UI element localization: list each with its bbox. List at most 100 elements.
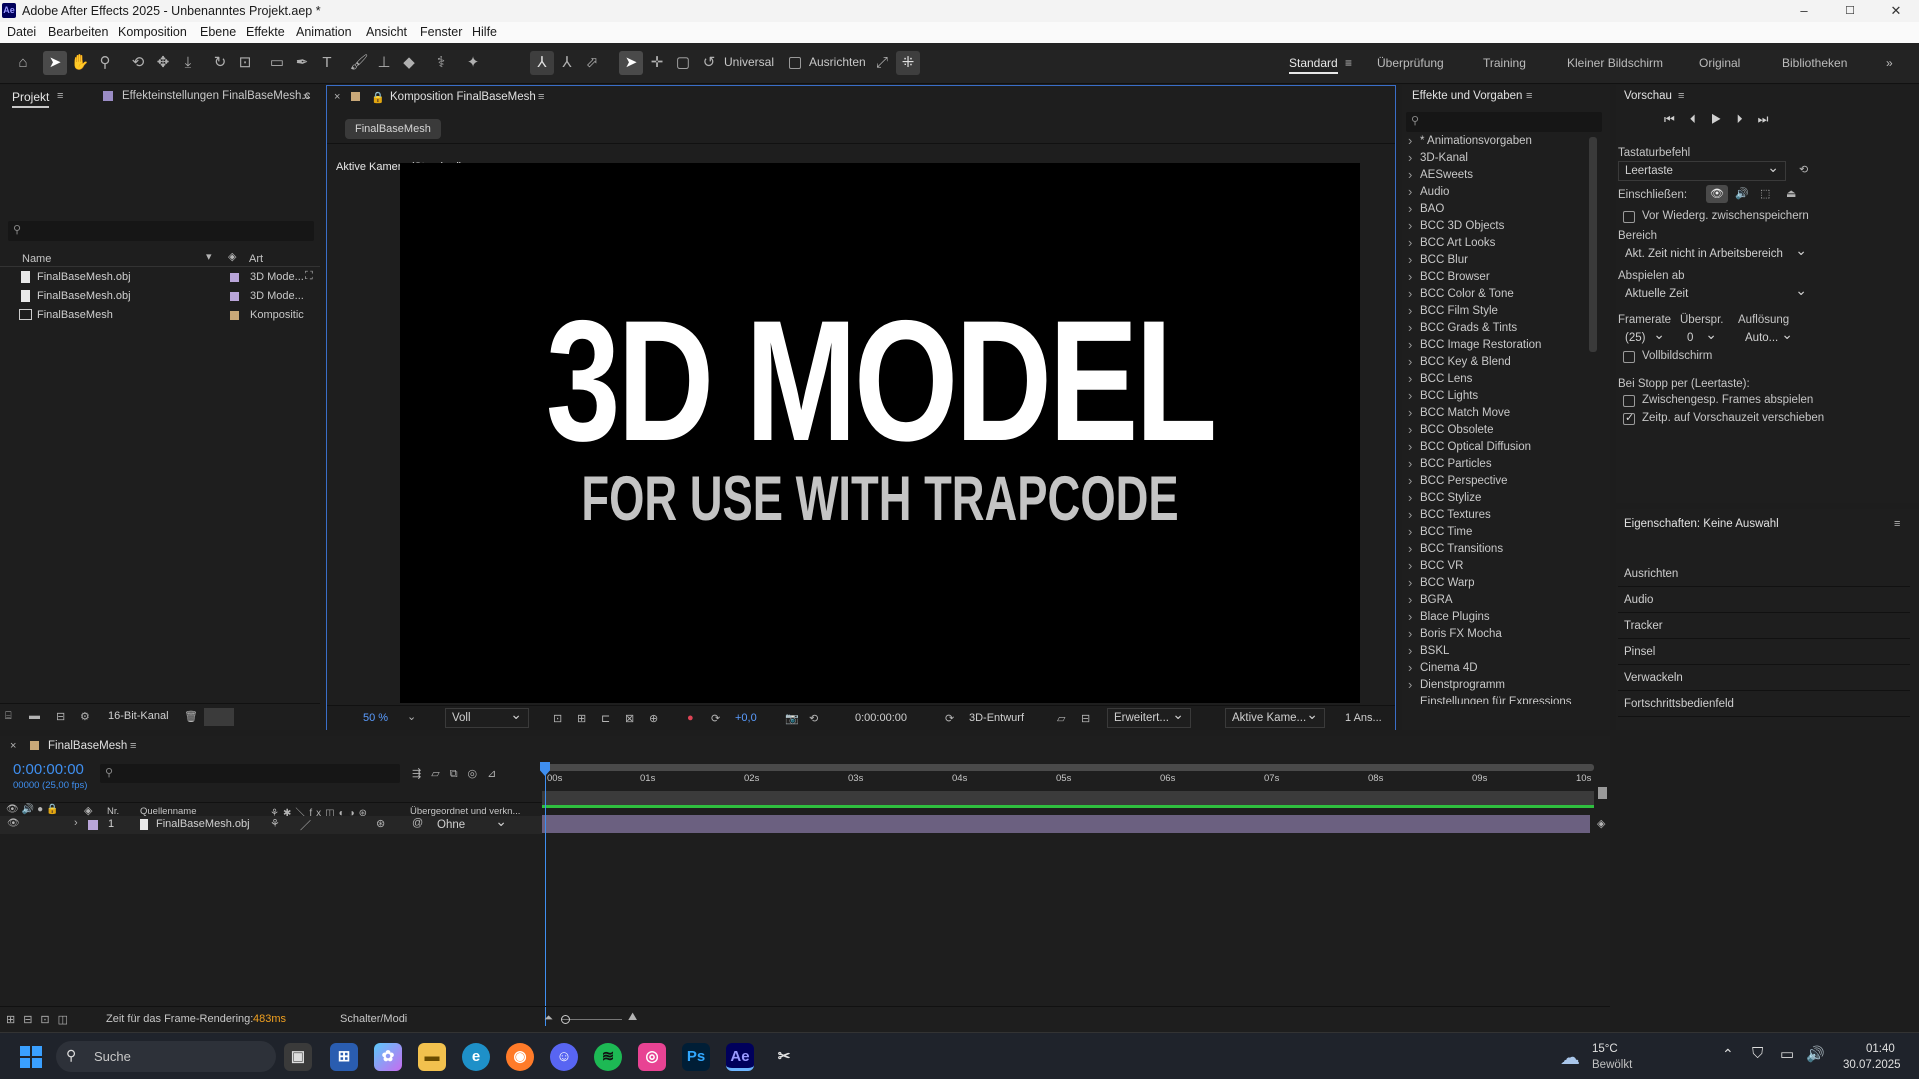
play-from-dropdown[interactable]: Aktuelle Zeit	[1618, 281, 1814, 304]
guides-icon[interactable]: ⊠	[625, 712, 634, 725]
last-frame-icon[interactable]: ⏭	[1758, 112, 1784, 126]
project-item-row[interactable]: FinalBaseMesh.obj 3D Mode... ⛶	[0, 268, 320, 287]
effects-category-item[interactable]: Cinema 4D	[1408, 659, 1477, 677]
axis-local-icon[interactable]: ⅄	[530, 51, 554, 75]
zoom-slider[interactable]	[562, 1019, 622, 1020]
snapshot-icon[interactable]: 📷	[785, 712, 799, 725]
hand-tool-icon[interactable]: ✋	[68, 51, 92, 75]
current-time-indicator[interactable]	[545, 762, 546, 1026]
time-ruler[interactable]: 00s 01s 02s 03s 04s 05s 06s 07s 08s 09s 10s	[542, 762, 1594, 786]
layer-duration-bar[interactable]	[542, 815, 1590, 833]
comp-viewer-canvas[interactable]: 3D MODEL FOR USE WITH TRAPCODE	[400, 163, 1360, 703]
sort-icon[interactable]: ▾	[206, 250, 212, 263]
panel-row-progress[interactable]: Fortschrittsbedienfeld	[1618, 691, 1910, 717]
renderer-label[interactable]: 3D-Entwurf	[969, 712, 1024, 724]
effects-category-item[interactable]: BCC Lights	[1408, 387, 1478, 405]
effects-category-item[interactable]: BAO	[1408, 200, 1444, 218]
project-item-row[interactable]: FinalBaseMesh.obj 3D Mode...	[0, 287, 320, 306]
zoom-value[interactable]: 50 %	[363, 712, 388, 724]
panel-row-audio[interactable]: Audio	[1618, 587, 1910, 613]
effects-category-item[interactable]: BCC Art Looks	[1408, 234, 1495, 252]
new-folder-icon[interactable]: ▬	[29, 710, 40, 722]
rectangle-tool-icon[interactable]: ▭	[265, 51, 289, 75]
color-swatch-button[interactable]	[204, 708, 234, 726]
pickwhip-icon[interactable]: @	[412, 817, 423, 829]
eye-icon[interactable]: 👁	[7, 818, 20, 829]
firefox-icon[interactable]: ◉	[506, 1043, 534, 1071]
effects-category-item[interactable]: BCC Lens	[1408, 370, 1473, 388]
workspace-training[interactable]: Training	[1483, 56, 1526, 70]
column-name-header[interactable]: Name	[22, 253, 51, 265]
renderer-icon[interactable]: ⟳	[945, 712, 954, 725]
effects-category-item[interactable]: Blace Plugins	[1408, 608, 1490, 626]
mask-icon[interactable]: ⊏	[601, 712, 610, 725]
home-icon[interactable]: ⌂	[11, 51, 35, 75]
shortcut-dropdown[interactable]: Leertaste	[1618, 158, 1786, 181]
effects-category-item[interactable]: BGRA	[1408, 591, 1452, 609]
puppet-tool-icon[interactable]: ✦	[461, 51, 485, 75]
next-frame-icon[interactable]: ⏵	[1737, 112, 1758, 126]
footer-icons[interactable]: ⊞⊟⊡◫	[6, 1013, 76, 1026]
effects-category-item[interactable]: 3D-Kanal	[1408, 149, 1468, 167]
layer-name[interactable]: FinalBaseMesh.obj	[156, 818, 250, 830]
workspace-original[interactable]: Original	[1699, 56, 1740, 70]
cached-frames-checkbox[interactable]	[1623, 395, 1635, 407]
include-overlay-icon[interactable]: ⬚	[1760, 187, 1770, 200]
zoom-out-icon[interactable]: ⏶	[544, 1012, 553, 1025]
cache-checkbox[interactable]	[1623, 211, 1635, 223]
move-3d-icon[interactable]: ✛	[645, 51, 669, 75]
audio-icon[interactable]: 🔊	[22, 804, 37, 815]
panel-menu-icon[interactable]: ≡	[57, 90, 63, 102]
effects-scrollbar[interactable]	[1589, 137, 1597, 352]
effects-category-item[interactable]: BCC Film Style	[1408, 302, 1498, 320]
copilot-icon[interactable]: ✿	[374, 1043, 402, 1071]
switches-modes-toggle[interactable]: Schalter/Modi	[340, 1013, 407, 1025]
weather-temp[interactable]: 15°C	[1592, 1043, 1618, 1055]
roto-brush-icon[interactable]: ⚕	[429, 51, 453, 75]
prev-frame-icon[interactable]: ⏴	[1690, 112, 1711, 126]
zoom-in-icon[interactable]: ⛰	[628, 1011, 637, 1024]
windows-start-icon[interactable]	[20, 1046, 42, 1068]
snap-icon[interactable]: ⤢	[870, 51, 894, 75]
label-color-swatch[interactable]	[88, 820, 98, 830]
project-search-input[interactable]: ⚲	[8, 221, 314, 241]
scale-3d-icon[interactable]: ▢	[671, 51, 695, 75]
anchor-tool-icon[interactable]: ⊡	[233, 51, 257, 75]
panel-row-wiggler[interactable]: Verwackeln	[1618, 665, 1910, 691]
project-item-row[interactable]: FinalBaseMesh Kompositic	[0, 306, 320, 325]
lock-icon[interactable]: 🔒	[371, 91, 385, 104]
resolution-dropdown[interactable]: Voll	[445, 705, 529, 728]
menu-effekte[interactable]: Effekte	[246, 25, 285, 39]
menu-bearbeiten[interactable]: Bearbeiten	[48, 25, 108, 39]
effects-category-item[interactable]: BCC Optical Diffusion	[1408, 438, 1531, 456]
show-snapshot-icon[interactable]: ⟲	[809, 712, 818, 725]
file-explorer-icon[interactable]: ▬	[418, 1043, 446, 1071]
bit-depth-button[interactable]: 16-Bit-Kanal	[108, 710, 169, 722]
extended-dropdown[interactable]: Erweitert...	[1107, 705, 1191, 728]
panel-menu-icon[interactable]: ≡	[1894, 518, 1900, 530]
move-time-checkbox[interactable]	[1623, 411, 1635, 425]
zoom-slider-handle[interactable]	[561, 1015, 570, 1024]
resolution-dropdown[interactable]: Auto...	[1738, 325, 1800, 348]
pan-tool-icon[interactable]: ✥	[151, 51, 175, 75]
effects-category-item[interactable]: Einstellungen für Expressions	[1420, 694, 1572, 704]
task-view-icon[interactable]: ▣	[284, 1043, 312, 1071]
dolly-tool-icon[interactable]: ⤓	[176, 51, 200, 75]
parent-dropdown[interactable]: Ohne	[430, 813, 514, 834]
grid-snap-icon[interactable]: ⁜	[896, 51, 920, 75]
close-tab-icon[interactable]: ×	[334, 91, 340, 103]
axis-world-icon[interactable]: ⅄	[555, 51, 579, 75]
workspace-standard[interactable]: Standard	[1289, 56, 1338, 74]
lock-icon[interactable]: 🔒	[46, 804, 61, 815]
reset-icon[interactable]: ⟲	[1799, 163, 1808, 176]
camera-dropdown[interactable]: Aktive Kame...	[1225, 705, 1325, 728]
framerate-dropdown[interactable]: (25)	[1618, 325, 1672, 348]
select-3d-icon[interactable]: ➤	[619, 51, 643, 75]
media-app-icon[interactable]: ◎	[638, 1043, 666, 1071]
timeline-track-area[interactable]: 00s 01s 02s 03s 04s 05s 06s 07s 08s 09s 10s ◈	[540, 762, 1610, 1032]
weather-desc[interactable]: Bewölkt	[1592, 1059, 1632, 1071]
text-tool-icon[interactable]: T	[315, 51, 339, 75]
trash-icon[interactable]: 🗑	[184, 710, 198, 723]
panel-row-align[interactable]: Ausrichten	[1618, 561, 1910, 587]
menu-fenster[interactable]: Fenster	[420, 25, 462, 39]
